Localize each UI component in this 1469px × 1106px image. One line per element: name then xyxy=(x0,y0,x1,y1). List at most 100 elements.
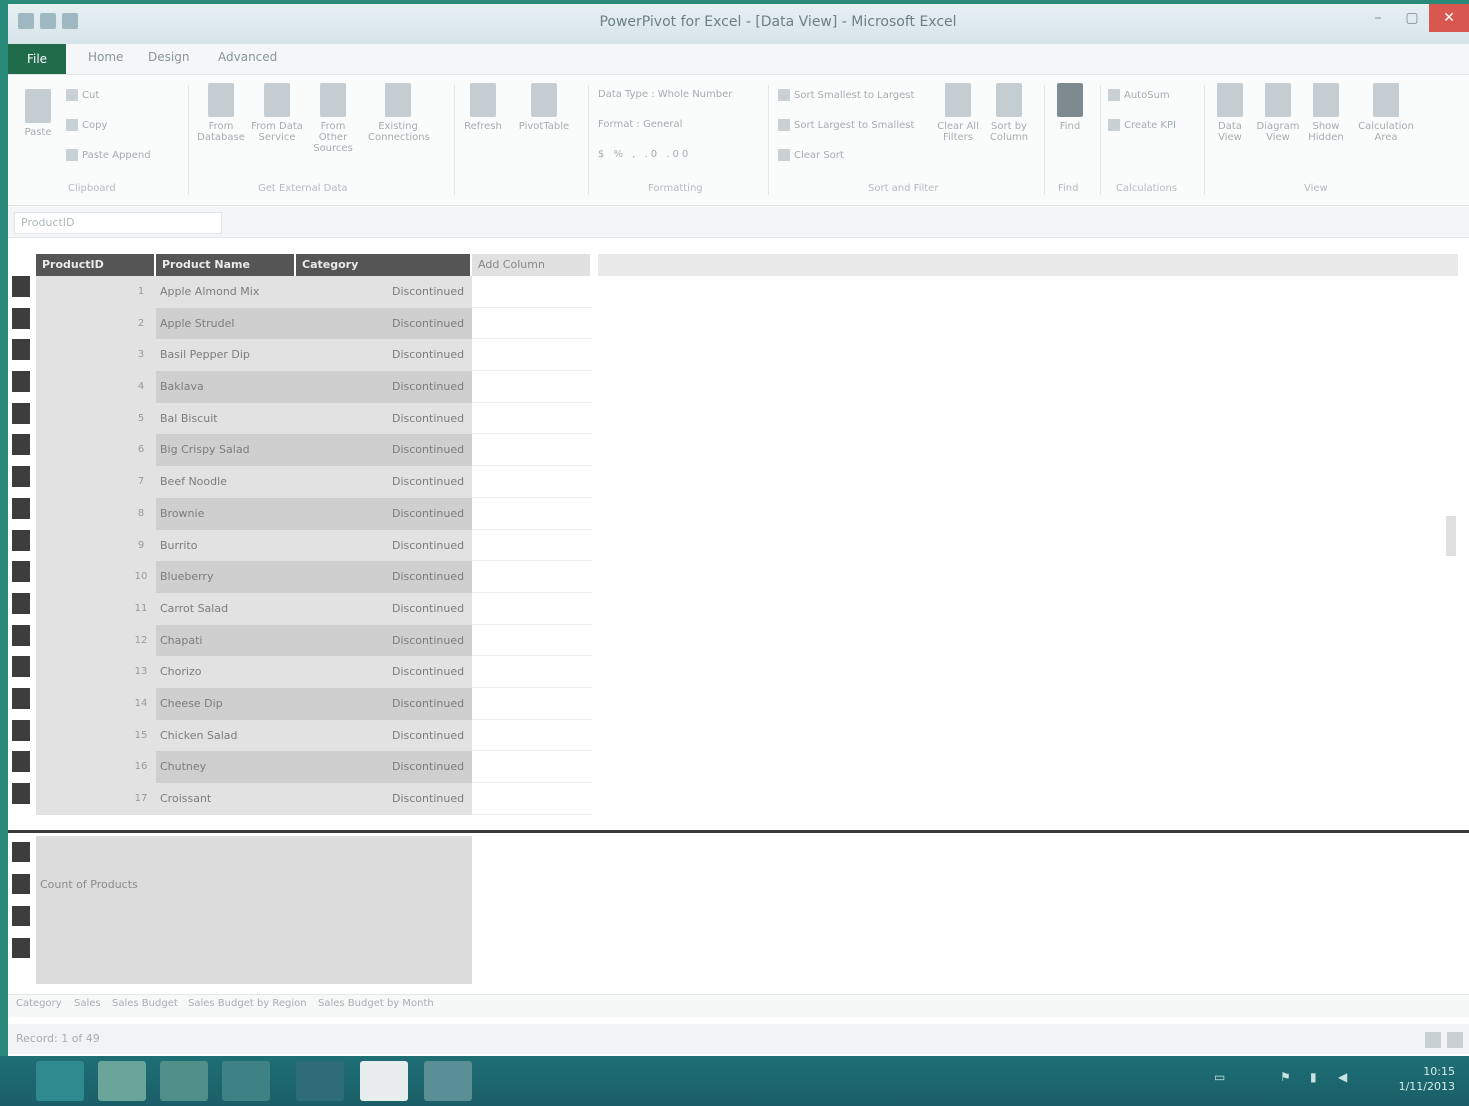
cell-row-number[interactable]: 10 xyxy=(126,561,156,593)
paste-button[interactable]: Paste xyxy=(18,89,58,138)
table-row[interactable]: 4 Baklava Discontinued xyxy=(36,371,592,403)
row-selector[interactable] xyxy=(12,938,30,958)
clear-filters-button[interactable]: Clear All Filters xyxy=(936,83,980,143)
row-selector[interactable] xyxy=(12,842,30,862)
row-selector[interactable] xyxy=(12,783,30,804)
table-row[interactable]: 13 Chorizo Discontinued xyxy=(36,656,592,688)
cell-category[interactable]: Discontinued xyxy=(386,656,472,688)
cell-add-column[interactable] xyxy=(472,561,592,593)
sheet-tab-category[interactable]: Category xyxy=(16,998,62,1009)
cell-row-number[interactable]: 1 xyxy=(126,276,156,308)
tab-home[interactable]: Home xyxy=(88,50,123,64)
cell-row-number[interactable]: 12 xyxy=(126,624,156,657)
paint-taskbar-icon[interactable] xyxy=(424,1061,472,1101)
table-row[interactable]: 1 Apple Almond Mix Discontinued xyxy=(36,276,592,308)
sort-by-column-button[interactable]: Sort by Column xyxy=(984,83,1034,143)
cell-productid[interactable] xyxy=(36,624,126,657)
cell-category[interactable]: Discontinued xyxy=(386,371,472,403)
cell-add-column[interactable] xyxy=(472,498,592,530)
cell-productid[interactable] xyxy=(36,339,126,372)
calculation-area-divider[interactable] xyxy=(8,830,1469,833)
cell-product-name[interactable]: Big Crispy Salad xyxy=(156,434,386,467)
cell-category[interactable]: Discontinued xyxy=(386,529,472,562)
cell-productid[interactable] xyxy=(36,466,126,498)
cell-add-column[interactable] xyxy=(472,308,592,340)
sheet-tab-budget-month[interactable]: Sales Budget by Month xyxy=(318,998,434,1009)
cell-category[interactable]: Discontinued xyxy=(386,466,472,498)
grid-view-icon[interactable] xyxy=(1425,1032,1441,1048)
table-row[interactable]: 17 Croissant Discontinued xyxy=(36,783,592,815)
cell-product-name[interactable]: Apple Almond Mix xyxy=(156,276,386,308)
volume-icon[interactable]: ◀ xyxy=(1338,1070,1347,1084)
cell-product-name[interactable]: Brownie xyxy=(156,497,386,530)
find-button[interactable]: Find xyxy=(1050,83,1090,132)
cell-add-column[interactable] xyxy=(472,530,592,562)
sheet-tab-sales-budget[interactable]: Sales Budget xyxy=(112,998,178,1009)
cell-product-name[interactable]: Basil Pepper Dip xyxy=(156,339,386,372)
measure-label[interactable]: Count of Products xyxy=(40,878,138,891)
row-selector[interactable] xyxy=(12,624,30,646)
cell-category[interactable]: Discontinued xyxy=(386,434,472,467)
keyboard-icon[interactable]: ▭ xyxy=(1214,1070,1225,1084)
cell-row-number[interactable]: 16 xyxy=(126,751,156,783)
cell-product-name[interactable]: Beef Noodle xyxy=(156,466,386,498)
cell-product-name[interactable]: Chorizo xyxy=(156,656,386,688)
cell-row-number[interactable]: 5 xyxy=(126,402,156,435)
cell-row-number[interactable]: 13 xyxy=(126,656,156,688)
save-icon[interactable] xyxy=(40,13,56,29)
row-selector[interactable] xyxy=(12,561,30,583)
from-database-button[interactable]: From Database xyxy=(194,83,248,143)
cell-productid[interactable] xyxy=(36,402,126,435)
cell-add-column[interactable] xyxy=(472,339,592,372)
cell-row-number[interactable]: 4 xyxy=(126,371,156,403)
number-format-buttons[interactable]: $ % , .0 .00 xyxy=(598,149,691,160)
cell-category[interactable]: Discontinued xyxy=(386,687,472,720)
file-explorer-icon[interactable] xyxy=(98,1061,146,1101)
cell-row-number[interactable]: 15 xyxy=(126,719,156,752)
cell-row-number[interactable]: 8 xyxy=(126,497,156,530)
sheet-tab-sales[interactable]: Sales xyxy=(74,998,101,1009)
tab-design[interactable]: Design xyxy=(148,50,189,64)
data-view-button[interactable]: Data View xyxy=(1208,83,1252,143)
row-selector[interactable] xyxy=(12,434,30,456)
copy-button[interactable]: Copy xyxy=(66,119,107,131)
cell-add-column[interactable] xyxy=(472,371,592,403)
row-selector[interactable] xyxy=(12,751,30,773)
cell-add-column[interactable] xyxy=(472,434,592,467)
table-row[interactable]: 9 Burrito Discontinued xyxy=(36,529,592,562)
diagram-view-button[interactable]: Diagram View xyxy=(1254,83,1302,143)
cell-row-number[interactable]: 2 xyxy=(126,307,156,340)
from-data-service-button[interactable]: From Data Service xyxy=(250,83,304,143)
cell-productid[interactable] xyxy=(36,434,126,467)
data-type-dropdown[interactable]: Data Type : Whole Number xyxy=(598,89,732,100)
format-dropdown[interactable]: Format : General xyxy=(598,119,682,130)
table-row[interactable]: 5 Bal Biscuit Discontinued xyxy=(36,402,592,435)
cell-category[interactable]: Discontinued xyxy=(386,276,472,308)
cell-row-number[interactable]: 11 xyxy=(126,592,156,625)
row-selector[interactable] xyxy=(12,874,30,894)
cell-productid[interactable] xyxy=(36,656,126,688)
row-selector[interactable] xyxy=(12,466,30,488)
cell-row-number[interactable]: 7 xyxy=(126,466,156,498)
cell-productid[interactable] xyxy=(36,592,126,625)
close-button[interactable]: ✕ xyxy=(1429,4,1469,32)
clear-sort-button[interactable]: Clear Sort xyxy=(778,149,844,161)
cell-add-column[interactable] xyxy=(472,751,592,783)
cell-product-name[interactable]: Croissant xyxy=(156,783,386,815)
existing-connections-button[interactable]: Existing Connections xyxy=(368,83,430,143)
row-selector[interactable] xyxy=(12,719,30,741)
cell-product-name[interactable]: Baklava xyxy=(156,371,386,403)
windows-store-icon[interactable] xyxy=(222,1061,270,1101)
cell-row-number[interactable]: 14 xyxy=(126,687,156,720)
row-selector[interactable] xyxy=(12,307,30,329)
network-icon[interactable]: ▮ xyxy=(1310,1070,1317,1084)
column-header-category[interactable]: Category xyxy=(296,254,472,276)
cell-productid[interactable] xyxy=(36,783,126,815)
undo-icon[interactable] xyxy=(62,13,78,29)
cell-product-name[interactable]: Cheese Dip xyxy=(156,687,386,720)
name-box[interactable]: ProductID xyxy=(14,212,222,234)
cell-product-name[interactable]: Blueberry xyxy=(156,561,386,593)
column-header-product-name[interactable]: Product Name xyxy=(156,254,296,276)
cell-productid[interactable] xyxy=(36,687,126,720)
column-header-productid[interactable]: ProductID xyxy=(36,254,156,276)
